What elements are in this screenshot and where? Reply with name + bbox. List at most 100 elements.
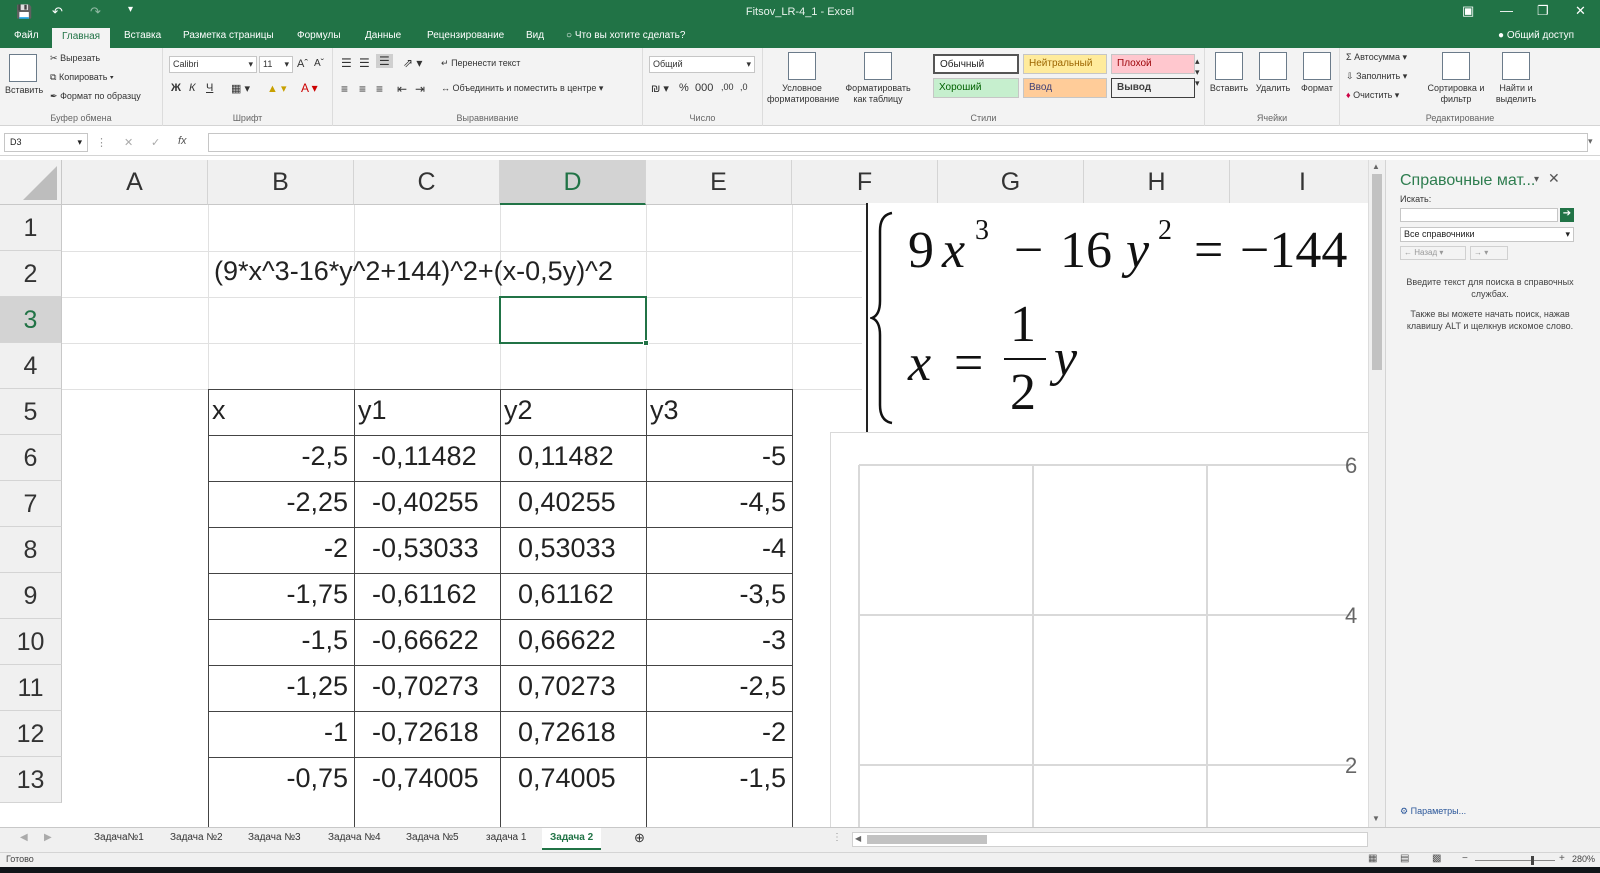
scroll-tabs-right-icon[interactable]: ▶ (44, 832, 52, 843)
table-header-2[interactable]: y2 (504, 395, 533, 426)
style-output[interactable]: Вывод (1111, 78, 1195, 98)
comma-icon[interactable]: 000 (695, 82, 713, 94)
tab-insert[interactable]: Вставка (124, 30, 161, 41)
table-header-1[interactable]: y1 (358, 395, 387, 426)
font-size-select[interactable]: 11 ▾ (259, 56, 293, 73)
cut-button[interactable]: ✂ Вырезать (50, 53, 100, 64)
table-cell[interactable]: -1 (208, 717, 354, 748)
format-as-table-button[interactable]: Форматировать как таблицу (841, 52, 915, 105)
sheet-tab-5[interactable]: Задача №5 (406, 832, 459, 843)
table-cell[interactable]: -2,5 (208, 441, 354, 472)
fill-handle[interactable] (643, 340, 649, 346)
column-header-e[interactable]: E (646, 160, 792, 205)
table-cell[interactable]: -5 (646, 441, 792, 472)
scroll-down-icon[interactable]: ▼ (1372, 814, 1380, 823)
align-left-icon[interactable]: ≡ (341, 82, 348, 96)
page-break-view-icon[interactable]: ▩ (1432, 853, 1441, 864)
decrease-indent-icon[interactable]: ⇤ (397, 82, 407, 96)
tab-review[interactable]: Рецензирование (427, 30, 504, 41)
underline-button[interactable]: Ч (206, 82, 213, 94)
column-header-d[interactable]: D (500, 160, 646, 205)
row-header-6[interactable]: 6 (0, 435, 62, 481)
name-box[interactable]: D3 ▾ (4, 133, 88, 152)
sheet-tab-1[interactable]: Задача№1 (94, 832, 144, 843)
cell-b2-formula-text[interactable]: (9*x^3-16*y^2+144)^2+(x-0,5y)^2 (214, 256, 613, 287)
horizontal-scrollbar[interactable]: ◀ (852, 832, 1368, 847)
table-cell[interactable]: -4 (646, 533, 792, 564)
style-good[interactable]: Хороший (933, 78, 1019, 98)
zoom-level[interactable]: 280% (1572, 854, 1595, 864)
expand-formula-icon[interactable]: ▾ (1588, 136, 1593, 147)
table-cell[interactable]: -0,74005 (372, 763, 479, 794)
table-cell[interactable]: -0,40255 (372, 487, 479, 518)
table-cell[interactable]: -2,5 (646, 671, 792, 702)
align-top-icon[interactable]: ☰ (341, 56, 352, 70)
table-cell[interactable]: -0,66622 (372, 625, 479, 656)
font-color-icon[interactable]: A ▾ (301, 81, 318, 95)
row-header-11[interactable]: 11 (0, 665, 62, 711)
maximize-icon[interactable]: ❐ (1537, 3, 1549, 19)
fill-color-icon[interactable]: ▲ ▾ (267, 82, 286, 95)
sheet-tab-4[interactable]: Задача №4 (328, 832, 381, 843)
table-cell[interactable]: 0,40255 (518, 487, 616, 518)
formula-input[interactable] (208, 133, 1588, 152)
format-cells-button[interactable]: Формат (1297, 52, 1337, 94)
tab-file[interactable]: Файл (14, 30, 39, 41)
copy-button[interactable]: ⧉ Копировать ▾ (50, 72, 114, 83)
fill-button[interactable]: ⇩ Заполнить ▾ (1346, 71, 1407, 82)
row-header-5[interactable]: 5 (0, 389, 62, 435)
hscroll-thumb[interactable] (867, 835, 987, 844)
borders-icon[interactable]: ▦ ▾ (231, 82, 250, 95)
row-header-12[interactable]: 12 (0, 711, 62, 757)
style-input[interactable]: Ввод (1023, 78, 1107, 98)
increase-indent-icon[interactable]: ⇥ (415, 82, 425, 96)
orientation-icon[interactable]: ⇗ ▾ (403, 56, 422, 70)
align-bottom-icon[interactable]: ☰ (376, 54, 393, 68)
merge-center-button[interactable]: ↔ Объединить и поместить в центре ▾ (441, 83, 603, 94)
scroll-up-icon[interactable]: ▲ (1372, 162, 1380, 171)
table-cell[interactable]: 0,72618 (518, 717, 616, 748)
zoom-in-icon[interactable]: + (1559, 853, 1565, 864)
table-cell[interactable]: -0,61162 (372, 579, 477, 610)
table-cell[interactable]: -0,75 (208, 763, 354, 794)
chart-area[interactable]: 6 4 2 (830, 432, 1385, 827)
column-header-h[interactable]: H (1084, 160, 1230, 205)
scroll-left-icon[interactable]: ◀ (855, 834, 861, 843)
style-bad[interactable]: Плохой (1111, 54, 1195, 74)
table-cell[interactable]: -1,25 (208, 671, 354, 702)
column-header-b[interactable]: B (208, 160, 354, 205)
row-header-13[interactable]: 13 (0, 757, 62, 803)
sheet-tab-6[interactable]: задача 1 (486, 832, 526, 843)
column-header-a[interactable]: A (62, 160, 208, 205)
scrollbar-thumb[interactable] (1372, 174, 1382, 370)
styles-scroll-icon[interactable]: ▴ ▾ ▾ (1195, 56, 1200, 89)
row-header-10[interactable]: 10 (0, 619, 62, 665)
sheet-tab-3[interactable]: Задача №3 (248, 832, 301, 843)
shrink-font-button[interactable]: Aˇ (314, 58, 324, 69)
table-header-3[interactable]: y3 (650, 395, 679, 426)
row-header-3[interactable]: 3 (0, 297, 62, 343)
page-layout-view-icon[interactable]: ▤ (1400, 853, 1409, 864)
find-select-button[interactable]: Найти и выделить (1488, 52, 1544, 105)
table-cell[interactable]: -2 (208, 533, 354, 564)
tab-view[interactable]: Вид (526, 30, 544, 41)
ribbon-options-icon[interactable]: ▣ (1462, 3, 1474, 19)
zoom-slider-thumb[interactable] (1531, 856, 1534, 865)
row-header-2[interactable]: 2 (0, 251, 62, 297)
autosum-button[interactable]: Σ Автосумма ▾ (1346, 52, 1407, 63)
zoom-out-icon[interactable]: − (1462, 853, 1468, 864)
currency-icon[interactable]: ₪ ▾ (651, 82, 669, 95)
format-painter-button[interactable]: ✒ Формат по образцу (50, 91, 141, 102)
table-cell[interactable]: 0,74005 (518, 763, 616, 794)
italic-button[interactable]: К (189, 82, 195, 94)
sheet-tab-7-active[interactable]: Задача 2 (542, 828, 602, 850)
grow-font-button[interactable]: Aˆ (297, 58, 308, 70)
enter-icon[interactable]: ✓ (151, 136, 160, 149)
forward-button[interactable]: → ▾ (1470, 246, 1508, 260)
style-normal[interactable]: Обычный (933, 54, 1019, 74)
selected-cell-d3[interactable] (499, 296, 649, 346)
increase-decimal-icon[interactable]: ,00 (721, 82, 734, 92)
cancel-icon[interactable]: ✕ (124, 136, 133, 149)
row-header-1[interactable]: 1 (0, 205, 62, 251)
row-header-8[interactable]: 8 (0, 527, 62, 573)
